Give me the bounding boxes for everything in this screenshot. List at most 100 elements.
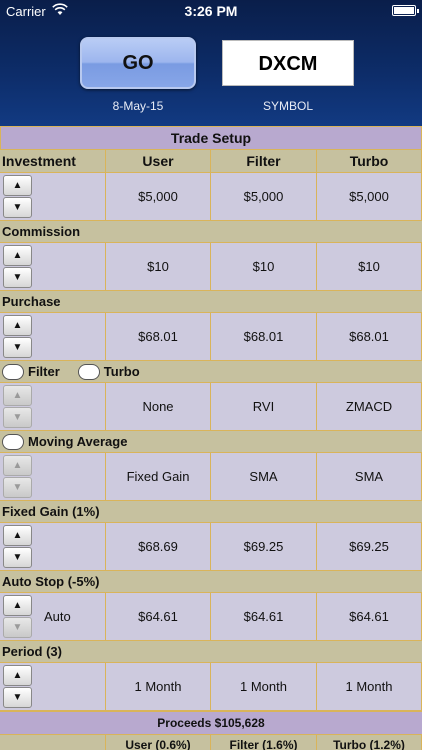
increment-button[interactable]: ▲ — [3, 595, 32, 616]
user-investment: $5,000 — [106, 173, 211, 221]
investment-row: ▲ ▼ $5,000 $5,000 $5,000 — [0, 173, 422, 221]
auto-stop-stepper-cell: ▲ ▼ Auto — [0, 593, 106, 641]
filter-investment: $5,000 — [211, 173, 317, 221]
increment-button[interactable]: ▲ — [3, 665, 32, 686]
moving-average-label: Moving Average — [28, 434, 128, 449]
user-purchase: $68.01 — [106, 313, 211, 361]
period-row: ▲ ▼ 1 Month 1 Month 1 Month — [0, 663, 422, 711]
proceeds-summary: Proceeds $105,628 — [0, 711, 422, 735]
investment-stepper-cell: ▲ ▼ — [0, 173, 106, 221]
auto-stop-stepper[interactable]: ▲ ▼ — [3, 595, 32, 639]
period-section-label: Period (3) — [0, 641, 422, 663]
auto-stop-section-label: Auto Stop (-5%) — [0, 571, 422, 593]
commission-section-label: Commission — [0, 221, 422, 243]
go-button[interactable]: GO — [80, 37, 196, 89]
fixed-gain-stepper[interactable]: ▲ ▼ — [3, 525, 32, 569]
user-commission: $10 — [106, 243, 211, 291]
turbo-purchase: $68.01 — [317, 313, 422, 361]
filter-commission: $10 — [211, 243, 317, 291]
fixed-gain-stepper-cell: ▲ ▼ — [0, 523, 106, 571]
decrement-button[interactable]: ▼ — [3, 687, 32, 708]
filter-turbo-section: Filter Turbo — [0, 361, 422, 383]
increment-button[interactable]: ▲ — [3, 175, 32, 196]
turbo-investment: $5,000 — [317, 173, 422, 221]
purchase-row: ▲ ▼ $68.01 $68.01 $68.01 — [0, 313, 422, 361]
moving-average-row: ▲ ▼ Fixed Gain SMA SMA — [0, 453, 422, 501]
increment-button[interactable]: ▲ — [3, 455, 32, 476]
battery-icon — [392, 5, 419, 16]
user-moving-average: Fixed Gain — [106, 453, 211, 501]
date-label: 8-May-15 — [112, 99, 164, 113]
investment-stepper[interactable]: ▲ ▼ — [3, 175, 32, 219]
fixed-gain-row: ▲ ▼ $68.69 $69.25 $69.25 — [0, 523, 422, 571]
filter-filter: RVI — [211, 383, 317, 431]
increment-button[interactable]: ▲ — [3, 385, 32, 406]
turbo-checkbox-label: Turbo — [103, 364, 140, 379]
results-header-blank — [0, 735, 106, 750]
trade-setup-table: Trade Setup Investment User Filter Turbo… — [0, 126, 422, 750]
moving-average-checkbox-group[interactable]: Moving Average — [2, 431, 127, 452]
turbo-period: 1 Month — [317, 663, 422, 711]
investment-header: Investment — [0, 150, 106, 173]
decrement-button[interactable]: ▼ — [3, 337, 32, 358]
user-fixed-gain: $68.69 — [106, 523, 211, 571]
filter-column-header: Filter — [211, 150, 317, 173]
clock: 3:26 PM — [184, 3, 238, 19]
filter-stepper-cell: ▲ ▼ — [0, 383, 106, 431]
decrement-button[interactable]: ▼ — [3, 547, 32, 568]
filter-checkbox-group[interactable]: Filter — [2, 361, 60, 382]
user-filter: None — [106, 383, 211, 431]
user-column-header: User — [106, 150, 211, 173]
symbol-caption: SYMBOL — [262, 99, 313, 113]
decrement-button[interactable]: ▼ — [3, 267, 32, 288]
user-period: 1 Month — [106, 663, 211, 711]
filter-fixed-gain: $69.25 — [211, 523, 317, 571]
column-header-row: Investment User Filter Turbo — [0, 150, 422, 173]
turbo-checkbox-group[interactable]: Turbo — [77, 361, 140, 382]
period-stepper[interactable]: ▲ ▼ — [3, 665, 32, 709]
filter-row: ▲ ▼ None RVI ZMACD — [0, 383, 422, 431]
user-result-header: User (0.6%) — [106, 735, 211, 750]
symbol-input[interactable]: DXCM — [222, 40, 354, 86]
auto-stop-mode: Auto — [44, 609, 71, 624]
increment-button[interactable]: ▲ — [3, 315, 32, 336]
moving-average-checkbox[interactable] — [2, 433, 24, 450]
auto-stop-row: ▲ ▼ Auto $64.61 $64.61 $64.61 — [0, 593, 422, 641]
moving-average-section: Moving Average — [0, 431, 422, 453]
filter-checkbox[interactable] — [2, 363, 24, 380]
fixed-gain-section-label: Fixed Gain (1%) — [0, 501, 422, 523]
filter-period: 1 Month — [211, 663, 317, 711]
filter-purchase: $68.01 — [211, 313, 317, 361]
decrement-button[interactable]: ▼ — [3, 617, 32, 638]
user-auto-stop: $64.61 — [106, 593, 211, 641]
commission-stepper-cell: ▲ ▼ — [0, 243, 106, 291]
filter-checkbox-label: Filter — [28, 364, 60, 379]
filter-moving-average: SMA — [211, 453, 317, 501]
commission-stepper[interactable]: ▲ ▼ — [3, 245, 32, 289]
purchase-stepper-cell: ▲ ▼ — [0, 313, 106, 361]
turbo-fixed-gain: $69.25 — [317, 523, 422, 571]
status-bar: Carrier 3:26 PM — [0, 0, 422, 22]
table-title: Trade Setup — [0, 126, 422, 150]
filter-auto-stop: $64.61 — [211, 593, 317, 641]
turbo-commission: $10 — [317, 243, 422, 291]
turbo-auto-stop: $64.61 — [317, 593, 422, 641]
turbo-moving-average: SMA — [317, 453, 422, 501]
app-header: Carrier 3:26 PM GO DXCM 8-May-15 SYMBOL — [0, 0, 422, 126]
filter-stepper[interactable]: ▲ ▼ — [3, 385, 32, 429]
moving-average-stepper[interactable]: ▲ ▼ — [3, 455, 32, 499]
increment-button[interactable]: ▲ — [3, 525, 32, 546]
turbo-checkbox[interactable] — [77, 363, 100, 380]
results-header-row: User (0.6%) Filter (1.6%) Turbo (1.2%) — [0, 735, 422, 750]
purchase-section-label: Purchase — [0, 291, 422, 313]
moving-average-stepper-cell: ▲ ▼ — [0, 453, 106, 501]
filter-result-header: Filter (1.6%) — [211, 735, 317, 750]
purchase-stepper[interactable]: ▲ ▼ — [3, 315, 32, 359]
turbo-result-header: Turbo (1.2%) — [317, 735, 422, 750]
turbo-column-header: Turbo — [317, 150, 422, 173]
decrement-button[interactable]: ▼ — [3, 477, 32, 498]
increment-button[interactable]: ▲ — [3, 245, 32, 266]
decrement-button[interactable]: ▼ — [3, 197, 32, 218]
commission-row: ▲ ▼ $10 $10 $10 — [0, 243, 422, 291]
decrement-button[interactable]: ▼ — [3, 407, 32, 428]
